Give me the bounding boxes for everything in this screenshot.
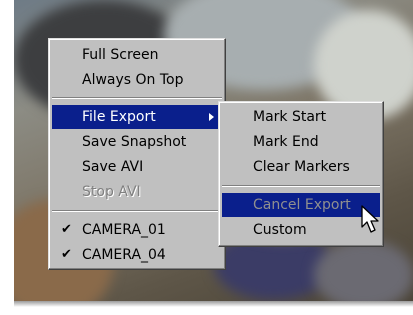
menu-item-mark-start[interactable]: Mark Start <box>222 105 380 129</box>
menu-item-label: Always On Top <box>82 72 184 88</box>
menu-item-label: Custom <box>253 222 307 238</box>
menu-item-stop-avi: Stop AVI <box>52 180 222 204</box>
menu-item-label: CAMERA_04 <box>82 247 166 263</box>
menu-item-label: Mark End <box>253 134 319 150</box>
menu-separator <box>52 210 222 212</box>
check-icon: ✔ <box>61 222 72 237</box>
menu-separator <box>52 97 222 99</box>
menu-separator <box>222 185 380 187</box>
menu-item-camera-04[interactable]: ✔ CAMERA_04 <box>52 243 222 267</box>
menu-item-always-on-top[interactable]: Always On Top <box>52 68 222 92</box>
menu-item-label: Full Screen <box>82 47 159 63</box>
menu-item-mark-end[interactable]: Mark End <box>222 130 380 154</box>
menu-item-full-screen[interactable]: Full Screen <box>52 43 222 67</box>
menu-item-label: Cancel Export <box>253 197 351 213</box>
menu-item-label: File Export <box>82 109 156 125</box>
menu-item-file-export[interactable]: File Export <box>52 105 222 129</box>
menu-item-label: Clear Markers <box>253 159 350 175</box>
menu-item-cancel-export: Cancel Export <box>222 193 380 217</box>
menu-item-label: Save Snapshot <box>82 134 187 150</box>
file-export-submenu: Mark Start Mark End Clear Markers Cancel… <box>218 101 384 247</box>
menu-item-label: Stop AVI <box>82 184 141 200</box>
menu-item-clear-markers[interactable]: Clear Markers <box>222 155 380 179</box>
context-menu: Full Screen Always On Top File Export Sa… <box>48 38 226 270</box>
menu-item-label: Mark Start <box>253 109 327 125</box>
menu-item-label: Save AVI <box>82 159 144 175</box>
check-icon: ✔ <box>61 247 72 262</box>
mouse-cursor-icon <box>361 205 379 233</box>
menu-item-save-snapshot[interactable]: Save Snapshot <box>52 130 222 154</box>
menu-item-camera-01[interactable]: ✔ CAMERA_01 <box>52 218 222 242</box>
submenu-arrow-icon <box>209 113 214 121</box>
screen-bottom-edge <box>14 301 413 307</box>
menu-item-save-avi[interactable]: Save AVI <box>52 155 222 179</box>
menu-item-label: CAMERA_01 <box>82 222 166 238</box>
menu-item-custom[interactable]: Custom <box>222 218 380 242</box>
